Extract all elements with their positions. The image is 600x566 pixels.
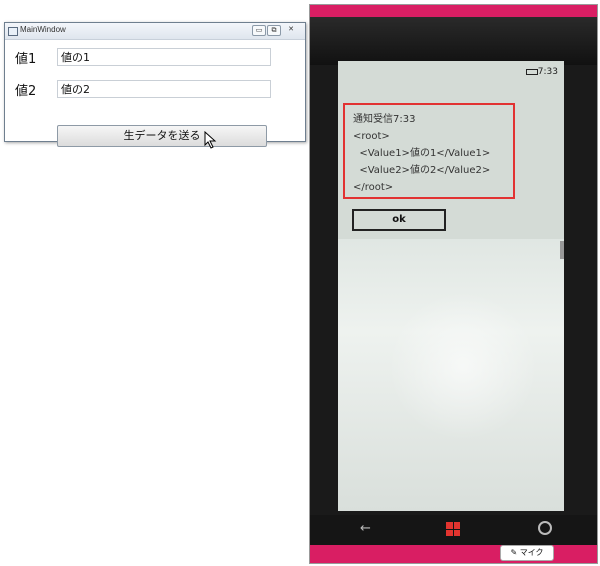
send-raw-data-button[interactable]: 生データを送る bbox=[57, 125, 267, 147]
windows-logo-icon[interactable] bbox=[446, 522, 460, 536]
screen-glare bbox=[388, 291, 538, 441]
value2-input[interactable]: 値の2 bbox=[57, 80, 271, 98]
phone-top-edge bbox=[310, 5, 597, 17]
scroll-indicator bbox=[560, 241, 564, 259]
main-window: MainWindow ▭ ⧉ ✕ 値1 値の1 値2 値の2 生データを送る bbox=[4, 22, 306, 149]
phone-photo: 7:33 通知受信7:33 <root> <Value1>値の1</Value1… bbox=[309, 4, 598, 564]
phone-screen: 7:33 通知受信7:33 <root> <Value1>値の1</Value1… bbox=[338, 61, 564, 511]
window-body: 値1 値の1 値2 値の2 生データを送る bbox=[5, 40, 305, 149]
mic-label: マイク bbox=[519, 548, 544, 557]
notification-text: 通知受信7:33 <root> <Value1>値の1</Value1> <Va… bbox=[343, 103, 515, 199]
value2-label: 値2 bbox=[15, 84, 37, 99]
minimize-icon[interactable]: ▭ bbox=[252, 25, 266, 36]
phone-bezel bbox=[310, 17, 597, 65]
maximize-icon[interactable]: ⧉ bbox=[267, 25, 281, 36]
title-bar[interactable]: MainWindow ▭ ⧉ ✕ bbox=[5, 23, 305, 40]
ok-button[interactable]: ok bbox=[352, 209, 446, 231]
status-time: 7:33 bbox=[537, 67, 558, 77]
window-icon bbox=[8, 27, 18, 36]
phone-nav-bar: ← bbox=[310, 515, 597, 545]
back-arrow-icon[interactable]: ← bbox=[360, 521, 371, 536]
value1-label: 値1 bbox=[15, 52, 37, 67]
message-box: 7:33 通知受信7:33 <root> <Value1>値の1</Value1… bbox=[338, 61, 564, 239]
close-icon[interactable]: ✕ bbox=[285, 25, 297, 34]
window-title: MainWindow bbox=[20, 25, 66, 34]
value1-input[interactable]: 値の1 bbox=[57, 48, 271, 66]
mouse-cursor-icon bbox=[204, 131, 217, 149]
mic-badge: ✎ マイク bbox=[500, 545, 554, 561]
battery-icon bbox=[526, 69, 538, 75]
search-icon[interactable] bbox=[538, 521, 552, 535]
